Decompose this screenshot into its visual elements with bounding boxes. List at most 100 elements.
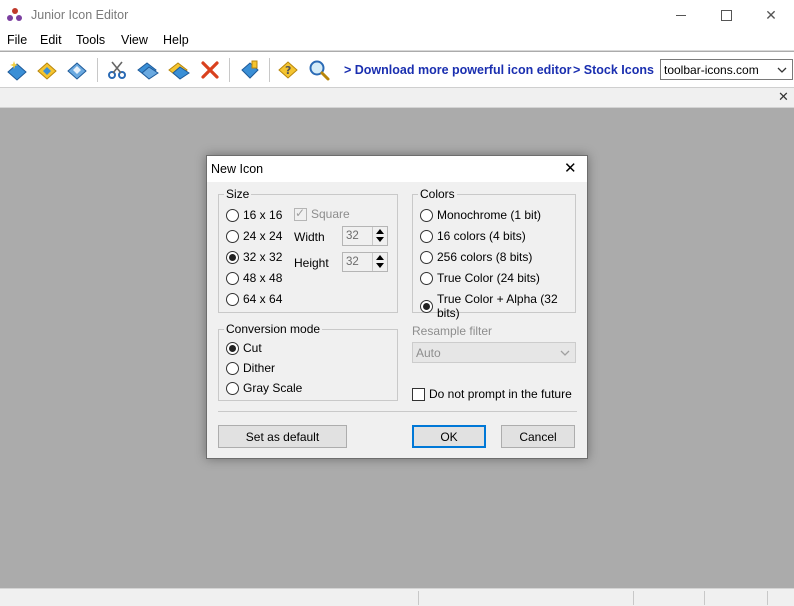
width-value: 32 (346, 230, 359, 242)
radio-indicator (226, 250, 239, 264)
resample-filter-select[interactable]: Auto (412, 342, 576, 363)
radio-indicator (226, 341, 239, 355)
dialog-close-icon[interactable]: ✕ (564, 159, 577, 177)
conversion-grayscale-radio[interactable]: Gray Scale (226, 381, 302, 395)
checkbox-indicator (412, 387, 425, 401)
spin-up-icon (376, 229, 384, 234)
radio-indicator (420, 299, 433, 313)
spin-down-icon (376, 263, 384, 268)
resample-filter-value: Auto (416, 346, 441, 360)
maximize-button[interactable] (703, 0, 749, 31)
radio-indicator (420, 271, 433, 285)
set-as-default-button[interactable]: Set as default (218, 425, 347, 448)
chevron-down-icon (560, 350, 570, 356)
radio-indicator (226, 292, 239, 306)
radio-indicator (226, 271, 239, 285)
save-button[interactable] (64, 57, 90, 83)
menu-file[interactable]: File (7, 33, 27, 47)
height-label: Height (294, 256, 329, 270)
open-button[interactable] (34, 57, 60, 83)
color-256-radio[interactable]: 256 colors (8 bits) (420, 250, 532, 264)
size-64-radio[interactable]: 64 x 64 (226, 292, 282, 306)
open-diamond-icon (37, 62, 57, 80)
spin-down-icon (376, 237, 384, 242)
colors-legend: Colors (418, 187, 457, 201)
paste-button[interactable] (166, 57, 192, 83)
cancel-button[interactable]: Cancel (501, 425, 575, 448)
width-label: Width (294, 230, 325, 244)
copy-button[interactable] (135, 57, 161, 83)
status-divider (633, 591, 634, 605)
toolbar-separator (269, 58, 270, 82)
size-16-radio[interactable]: 16 x 16 (226, 208, 282, 222)
paint-bucket-icon (241, 60, 259, 79)
status-divider (767, 591, 768, 605)
close-document-icon[interactable]: ✕ (778, 90, 789, 105)
width-spinner[interactable]: 32 (342, 226, 388, 246)
save-diamond-icon (67, 62, 87, 80)
site-select-value: toolbar-icons.com (664, 63, 759, 77)
fill-button[interactable] (237, 57, 263, 83)
download-editor-link[interactable]: > Download more powerful icon editor (344, 63, 571, 77)
radio-label: 24 x 24 (243, 229, 283, 243)
conversion-dither-radio[interactable]: Dither (226, 361, 275, 375)
paste-diamond-icon (168, 62, 190, 80)
size-legend: Size (224, 187, 252, 201)
size-24-radio[interactable]: 24 x 24 (226, 229, 282, 243)
new-icon-dialog: New Icon ✕ Size 16 x 16 24 x 24 32 x 32 … (206, 155, 588, 459)
size-48-radio[interactable]: 48 x 48 (226, 271, 282, 285)
colors-group: Colors Monochrome (1 bit) 16 colors (4 b… (412, 187, 576, 320)
close-window-button[interactable] (748, 0, 794, 31)
scissors-icon (108, 61, 126, 79)
height-spinner[interactable]: 32 (342, 252, 388, 272)
radio-label: 48 x 48 (243, 271, 283, 285)
checkbox-label: Do not prompt in the future (429, 387, 572, 401)
menu-help[interactable]: Help (163, 33, 189, 47)
stock-icons-link[interactable]: > Stock Icons (573, 63, 654, 77)
size-group: Size 16 x 16 24 x 24 32 x 32 48 x 48 64 … (218, 187, 398, 313)
resample-filter-label: Resample filter (412, 324, 493, 338)
zoom-button[interactable] (306, 57, 332, 83)
no-prompt-checkbox[interactable]: Do not prompt in the future (412, 387, 572, 401)
help-button[interactable]: ? (275, 57, 301, 83)
radio-label: Monochrome (1 bit) (437, 208, 542, 222)
delete-x-icon (201, 61, 219, 79)
new-icon-button[interactable] (4, 57, 30, 83)
width-spin-buttons[interactable] (372, 227, 387, 245)
ok-button[interactable]: OK (412, 425, 486, 448)
square-checkbox[interactable]: Square (294, 206, 350, 221)
radio-indicator (226, 208, 239, 222)
dialog-separator (218, 411, 577, 412)
radio-indicator (420, 208, 433, 222)
svg-text:?: ? (285, 64, 291, 77)
cut-button[interactable] (104, 57, 130, 83)
color-16-radio[interactable]: 16 colors (4 bits) (420, 229, 526, 243)
magnifier-icon (309, 60, 330, 81)
menu-view[interactable]: View (121, 33, 148, 47)
menu-edit[interactable]: Edit (40, 33, 62, 47)
height-spin-buttons[interactable] (372, 253, 387, 271)
app-logo-icon (7, 8, 23, 22)
status-bar (0, 588, 794, 606)
radio-indicator (226, 381, 239, 395)
radio-label: 16 colors (4 bits) (437, 229, 526, 243)
site-select[interactable]: toolbar-icons.com (660, 59, 793, 80)
checkbox-label: Square (311, 207, 350, 221)
conversion-cut-radio[interactable]: Cut (226, 341, 262, 355)
color-32bit-radio[interactable]: True Color + Alpha (32 bits) (420, 292, 575, 320)
help-diamond-icon: ? (278, 61, 298, 79)
document-tab-strip: ✕ (0, 88, 794, 108)
menu-tools[interactable]: Tools (76, 33, 105, 47)
radio-indicator (420, 229, 433, 243)
size-32-radio[interactable]: 32 x 32 (226, 250, 282, 264)
radio-label: 32 x 32 (243, 250, 283, 264)
window-title: Junior Icon Editor (31, 8, 129, 22)
delete-button[interactable] (197, 57, 223, 83)
color-24bit-radio[interactable]: True Color (24 bits) (420, 271, 540, 285)
status-divider (704, 591, 705, 605)
copy-diamond-icon (137, 62, 159, 80)
chevron-down-icon (777, 67, 787, 73)
minimize-button[interactable] (658, 0, 704, 31)
toolbar-separator (97, 58, 98, 82)
color-mono-radio[interactable]: Monochrome (1 bit) (420, 208, 541, 222)
